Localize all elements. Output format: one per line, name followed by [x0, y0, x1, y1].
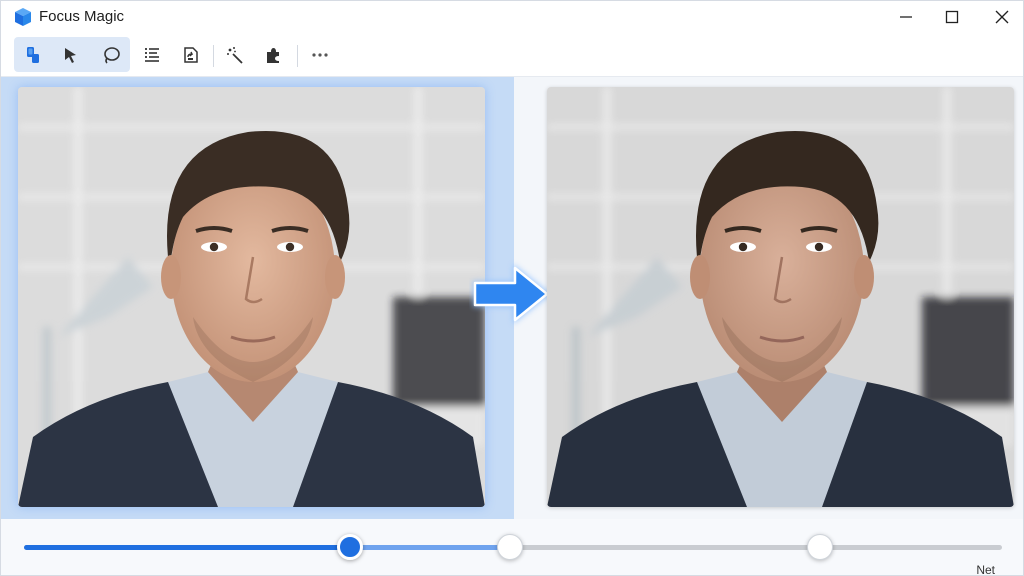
- toolbar: [1, 33, 1023, 77]
- portrait-enhanced: [547, 87, 1014, 507]
- puzzle-tool[interactable]: [257, 39, 289, 71]
- arrow-right-icon: [473, 264, 551, 324]
- more-icon: [312, 53, 328, 57]
- app-window: Focus Magic Net: [0, 0, 1024, 576]
- minimize-button[interactable]: [883, 1, 929, 33]
- slider-fill: [24, 545, 350, 550]
- list-icon: [145, 48, 159, 62]
- slider-thumb-marker[interactable]: [807, 534, 834, 560]
- slider-range: [349, 545, 511, 550]
- slider-thumb-main[interactable]: [336, 534, 363, 560]
- toolbar-separator: [213, 45, 214, 67]
- adjustment-slider-area: Net: [1, 519, 1023, 576]
- paint-bucket-tool[interactable]: [18, 39, 50, 71]
- app-title: Focus Magic: [39, 8, 125, 25]
- export-tool[interactable]: [175, 39, 207, 71]
- pointer-tool[interactable]: [55, 39, 87, 71]
- lasso-tool[interactable]: [95, 39, 127, 71]
- maximize-icon: [945, 10, 959, 24]
- puzzle-icon: [267, 48, 279, 63]
- title-bar: Focus Magic: [1, 1, 1023, 33]
- after-image[interactable]: [547, 87, 1014, 507]
- toolbar-separator: [297, 45, 298, 67]
- paint-bucket-icon: [27, 47, 39, 63]
- lasso-icon: [104, 47, 120, 64]
- close-button[interactable]: [979, 1, 1023, 33]
- pointer-icon: [65, 48, 76, 63]
- more-button[interactable]: [304, 39, 336, 71]
- minimize-icon: [900, 16, 912, 18]
- magic-wand-icon: [227, 47, 243, 64]
- maximize-button[interactable]: [929, 1, 975, 33]
- magic-wand-tool[interactable]: [219, 39, 251, 71]
- portrait-original: [18, 87, 485, 507]
- focus-magic-logo-icon: [15, 8, 31, 26]
- close-icon: [995, 10, 1009, 24]
- before-image[interactable]: [18, 87, 485, 507]
- slider-thumb-range[interactable]: [497, 534, 524, 560]
- list-tool[interactable]: [136, 39, 168, 71]
- document-export-icon: [184, 47, 198, 63]
- slider-end-label: Net: [976, 563, 995, 576]
- comparison-view: [1, 77, 1023, 519]
